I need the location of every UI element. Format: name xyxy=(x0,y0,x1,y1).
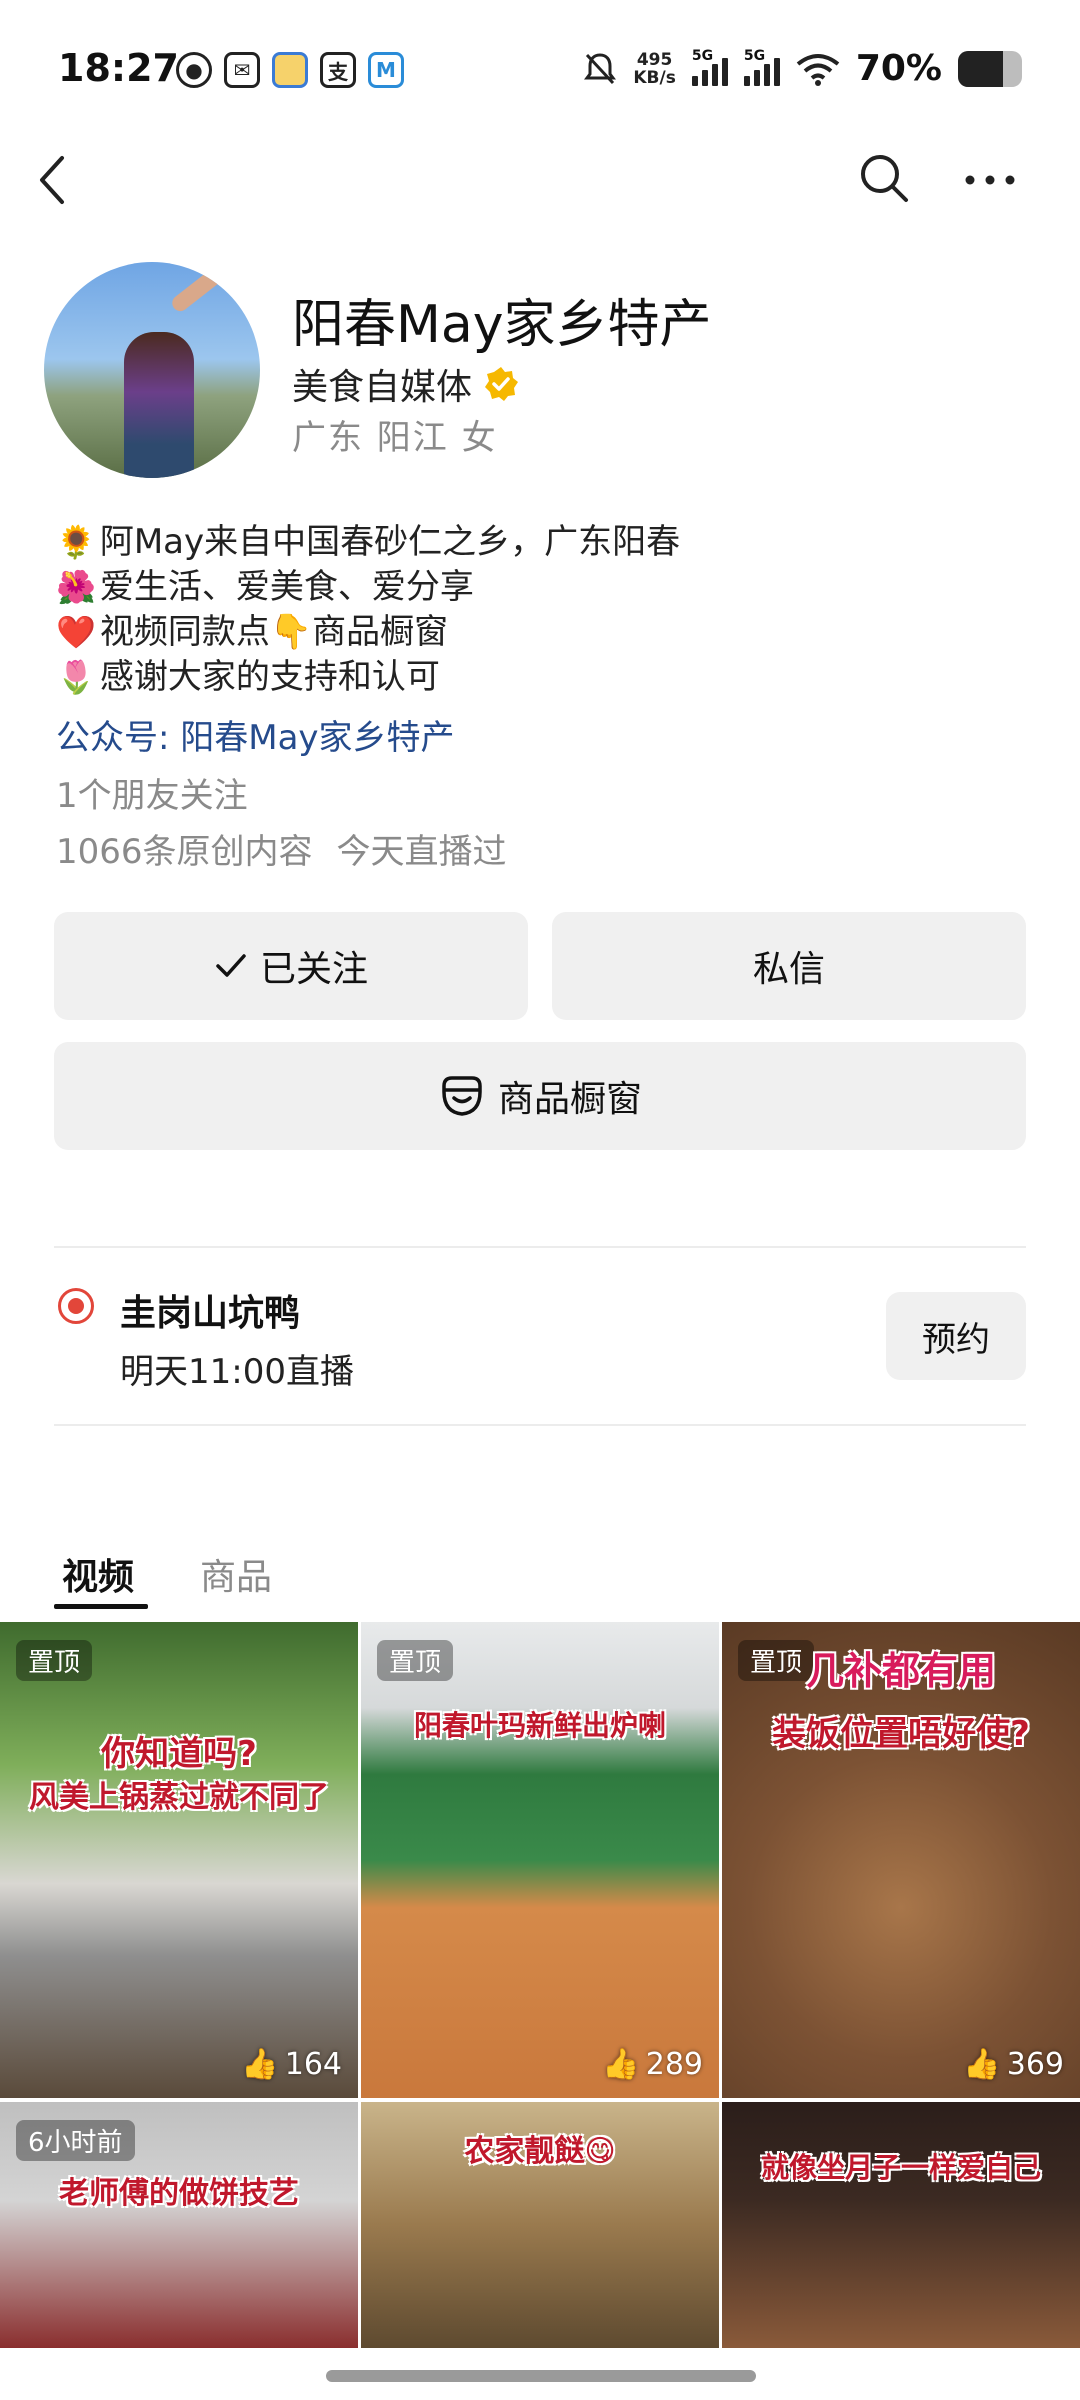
card-icon xyxy=(272,52,308,88)
avatar-figure xyxy=(124,332,194,478)
more-icon[interactable] xyxy=(960,160,1020,200)
video-caption: 几补都有用 xyxy=(805,1649,996,1693)
checkmark-icon xyxy=(216,954,246,977)
signal-label-1: 5G xyxy=(691,47,714,64)
bio-line: 🌺 爱生活、爱美食、爱分享 xyxy=(56,565,1036,610)
video-thumbnail[interactable]: 置顶 你知道吗? 风美上锅蒸过就不同了 👍 164 xyxy=(0,1622,358,2098)
like-count: 👍 289 xyxy=(602,2047,703,2082)
notification-icons: ● ✉ 支 M xyxy=(176,52,404,88)
home-indicator[interactable] xyxy=(326,2370,756,2382)
bio-text: 阿May来自中国春砂仁之乡，广东阳春 xyxy=(99,522,681,562)
mute-bell-icon xyxy=(584,52,617,84)
bio-text: 感谢大家的支持和认可 xyxy=(99,657,440,697)
shop-window-button[interactable]: 商品橱窗 xyxy=(54,1042,1026,1150)
shop-window-label: 商品橱窗 xyxy=(497,1079,642,1120)
battery-fill xyxy=(958,50,1003,87)
tab-indicator xyxy=(54,1604,148,1609)
bio-text: 爱生活、爱美食、爱分享 xyxy=(99,567,474,607)
net-speed: 495 KB/s xyxy=(633,51,675,87)
profile-category: 美食自媒体 xyxy=(292,358,520,410)
profile-location: 广东 阳江 女 xyxy=(292,418,498,458)
profile-category-label: 美食自媒体 xyxy=(292,367,473,408)
video-caption: 老师傅的做饼技艺 xyxy=(59,2176,299,2211)
pinned-badge: 置顶 xyxy=(16,1640,93,1681)
like-count: 👍 164 xyxy=(241,2047,342,2082)
original-count: 1066条原创内容 xyxy=(56,832,313,872)
live-status: 今天直播过 xyxy=(336,832,507,872)
search-icon[interactable] xyxy=(856,150,912,206)
like-count-value: 289 xyxy=(645,2047,703,2082)
video-caption: 装饭位置唔好使? xyxy=(772,1714,1030,1754)
time-badge: 6小时前 xyxy=(16,2120,135,2161)
battery-icon xyxy=(958,50,1022,87)
reserve-button[interactable]: 预约 xyxy=(886,1292,1026,1380)
back-icon[interactable] xyxy=(30,150,80,210)
message-button[interactable]: 私信 xyxy=(552,912,1026,1020)
heart-icon: ❤️ xyxy=(56,613,96,651)
battery-text: 70% xyxy=(855,48,942,89)
bio: 🌻 阿May来自中国春砂仁之乡，广东阳春 🌺 爱生活、爱美食、爱分享 ❤️ 视频同款点… xyxy=(56,520,1036,700)
status-bar: 18:27 ● ✉ 支 M 495 KB/s 5G 5G 70% xyxy=(0,0,1080,140)
sunflower-icon: 🌻 xyxy=(56,523,96,561)
video-thumbnail[interactable]: 置顶 几补都有用 装饭位置唔好使? 👍 369 xyxy=(722,1622,1080,2098)
like-count: 👍 369 xyxy=(963,2047,1064,2082)
like-count-value: 369 xyxy=(1006,2047,1064,2082)
message-button-label: 私信 xyxy=(752,949,825,990)
video-caption: 风美上锅蒸过就不同了 xyxy=(29,1780,329,1815)
video-caption: 就像坐月子一样爱自己 xyxy=(760,2151,1041,2184)
alipay-icon: 支 xyxy=(320,52,356,88)
signal-icon-2: 5G xyxy=(743,48,780,86)
follow-button-label: 已关注 xyxy=(259,949,368,990)
live-title: 圭岗山坑鸭 xyxy=(120,1293,301,1334)
video-caption: 你知道吗? xyxy=(101,1734,257,1774)
video-thumbnail[interactable]: 就像坐月子一样爱自己 xyxy=(722,2102,1080,2348)
hibiscus-icon: 🌺 xyxy=(56,568,96,606)
video-caption: 农家靓餸😋 xyxy=(464,2134,616,2169)
video-thumbnail[interactable]: 置顶 阳春叶玛新鲜出炉喇 👍 289 xyxy=(361,1622,719,2098)
profile-name: 阳春May家乡特产 xyxy=(292,295,712,355)
signal-label-2: 5G xyxy=(743,47,766,64)
tulip-icon: 🌷 xyxy=(56,658,96,696)
divider xyxy=(54,1246,1026,1248)
pinned-badge: 置顶 xyxy=(377,1640,454,1681)
follow-button[interactable]: 已关注 xyxy=(54,912,528,1020)
video-thumbnail[interactable]: 6小时前 老师傅的做饼技艺 xyxy=(0,2102,358,2348)
thumbs-up-icon: 👍 xyxy=(241,2047,279,2082)
bio-line: ❤️ 视频同款点👇商品橱窗 xyxy=(56,610,1036,655)
like-count-value: 164 xyxy=(284,2047,342,2082)
official-account-link[interactable]: 公众号: 阳春May家乡特产 xyxy=(56,710,455,759)
wechat-icon: ● xyxy=(176,52,212,88)
avatar-arm xyxy=(169,262,250,315)
thumbs-up-icon: 👍 xyxy=(602,2047,640,2082)
video-thumbnail[interactable]: 农家靓餸😋 xyxy=(361,2102,719,2348)
tab-video[interactable]: 视频 xyxy=(62,1548,134,1600)
status-time: 18:27 xyxy=(58,46,179,90)
friends-following[interactable]: 1个朋友关注 xyxy=(56,768,248,817)
tab-goods[interactable]: 商品 xyxy=(200,1548,272,1600)
live-time: 明天11:00直播 xyxy=(120,1352,354,1392)
shop-bag-icon xyxy=(442,1076,482,1116)
wifi-icon xyxy=(796,53,840,86)
bio-line: 🌷 感谢大家的支持和认可 xyxy=(56,655,1036,700)
profile-stats: 1066条原创内容 今天直播过 xyxy=(56,824,507,873)
verified-badge-icon xyxy=(485,367,519,401)
avatar[interactable] xyxy=(44,262,260,478)
signal-icon-1: 5G xyxy=(691,48,728,86)
net-speed-unit: KB/s xyxy=(633,67,676,88)
net-speed-value: 495 xyxy=(636,49,673,70)
mail-icon: ✉ xyxy=(224,52,260,88)
live-indicator-icon xyxy=(58,1288,94,1324)
bio-line: 🌻 阿May来自中国春砂仁之乡，广东阳春 xyxy=(56,520,1036,565)
divider xyxy=(54,1424,1026,1426)
bio-text: 视频同款点👇商品橱窗 xyxy=(99,612,449,652)
app-m-icon: M xyxy=(368,52,404,88)
thumbs-up-icon: 👍 xyxy=(963,2047,1001,2082)
video-caption: 阳春叶玛新鲜出炉喇 xyxy=(413,1709,666,1742)
